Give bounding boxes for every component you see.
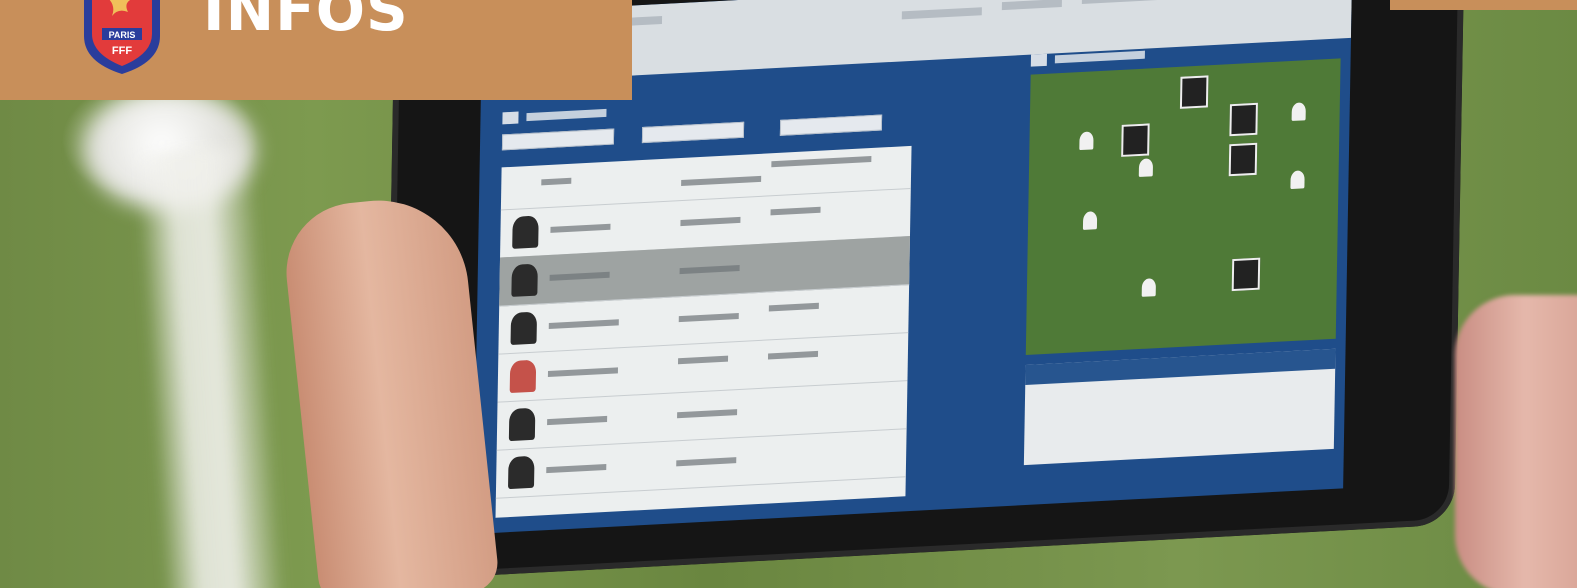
player-icon[interactable] — [1079, 131, 1094, 151]
player-icon[interactable] — [1138, 158, 1154, 178]
banner-title: INFOS — [203, 0, 409, 44]
substitutes-panel — [1023, 348, 1336, 466]
player-photo[interactable] — [1228, 142, 1258, 177]
player-photo[interactable] — [1121, 123, 1150, 157]
player-photo[interactable] — [1179, 75, 1209, 109]
svg-text:PARIS: PARIS — [109, 30, 136, 40]
banner-strip — [1390, 0, 1577, 10]
player-avatar — [507, 455, 535, 490]
team-icon — [502, 111, 519, 125]
formation-pitch[interactable] — [1025, 58, 1341, 355]
team-icon — [1030, 53, 1048, 67]
player-icon[interactable] — [1141, 278, 1156, 297]
player-icon[interactable] — [1082, 211, 1098, 230]
player-icon[interactable] — [1291, 102, 1306, 121]
player-photo[interactable] — [1229, 102, 1258, 137]
crest-icon: PARIS FFF — [84, 0, 160, 74]
player-avatar — [508, 407, 536, 442]
blurred-pole — [134, 146, 286, 588]
hand-right — [1455, 295, 1577, 588]
filter-select[interactable] — [779, 114, 883, 136]
player-icon[interactable] — [1290, 170, 1305, 190]
filter-select[interactable] — [641, 121, 745, 144]
player-photo[interactable] — [1231, 257, 1261, 292]
squad-pane — [495, 90, 932, 523]
header-banner: PARIS FFF INFOS — [0, 0, 632, 100]
lineup-pane — [1023, 38, 1351, 485]
filter-select[interactable] — [501, 128, 615, 151]
substitutes-header — [1025, 348, 1336, 385]
player-avatar — [509, 359, 537, 394]
player-avatar — [512, 215, 539, 249]
lineup-pane-heading — [1054, 50, 1145, 64]
player-avatar — [510, 311, 538, 345]
squad-pane-heading — [526, 108, 607, 122]
squad-table — [495, 145, 912, 518]
svg-text:FFF: FFF — [112, 45, 132, 57]
player-avatar — [511, 263, 538, 297]
